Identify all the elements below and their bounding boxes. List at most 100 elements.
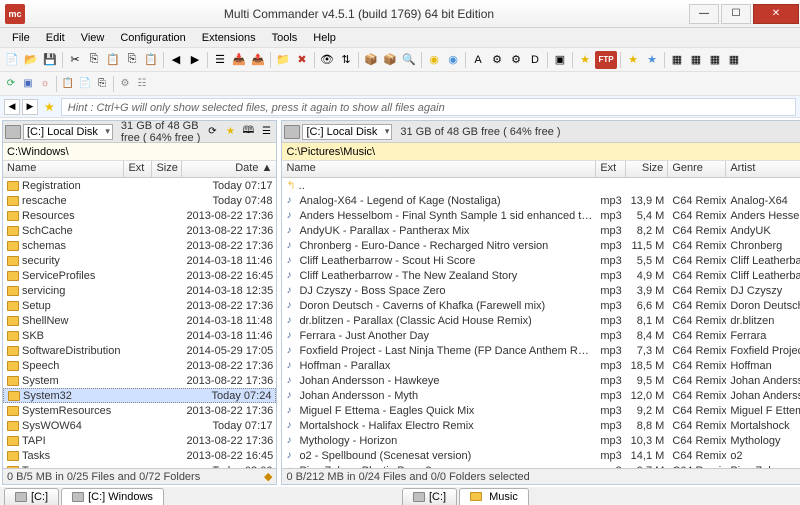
menu-edit[interactable]: Edit <box>38 30 73 46</box>
table-row[interactable]: schemas2013-08-22 17:36 <box>3 238 276 253</box>
menu-configuration[interactable]: Configuration <box>112 30 193 46</box>
pane-refresh-button[interactable]: ⟳ <box>204 124 220 140</box>
cut-button[interactable]: ✂ <box>66 51 84 69</box>
table-row[interactable]: ♪Anders Hesselbom - Final Synth Sample 1… <box>282 208 800 223</box>
table-row[interactable]: ♪Johan Andersson - Mythmp312,0 MC64 Remi… <box>282 388 800 403</box>
fav1-button[interactable]: ★ <box>624 51 642 69</box>
table-row[interactable]: ♪dr.blitzen - Parallax (Classic Acid Hou… <box>282 313 800 328</box>
col-genre[interactable]: Genre <box>668 161 726 177</box>
col-size[interactable]: Size <box>152 161 182 177</box>
menu-view[interactable]: View <box>73 30 113 46</box>
left-path-bar[interactable]: C:\Windows\ <box>3 143 276 161</box>
tool-icon[interactable]: ⚙ <box>117 76 133 92</box>
moveto-button[interactable]: 📤 <box>249 51 267 69</box>
table-row[interactable]: Resources2013-08-22 17:36 <box>3 208 276 223</box>
pane-history-button[interactable]: 🕮 <box>240 124 256 140</box>
delete-button[interactable]: ✖ <box>293 51 311 69</box>
table-row[interactable]: SKB2014-03-18 11:46 <box>3 328 276 343</box>
tool3-button[interactable]: ▦ <box>706 51 724 69</box>
fav2-button[interactable]: ★ <box>643 51 661 69</box>
menu-extensions[interactable]: Extensions <box>194 30 264 46</box>
tool-icon[interactable]: ⟳ <box>3 76 19 92</box>
tool2-button[interactable]: ▦ <box>687 51 705 69</box>
tool-icon[interactable]: 📋 <box>60 76 76 92</box>
find-button[interactable]: 🔍 <box>400 51 418 69</box>
paste2-button[interactable]: 📋 <box>142 51 160 69</box>
menu-file[interactable]: File <box>4 30 38 46</box>
col-name[interactable]: Name <box>282 161 596 177</box>
panel-tab[interactable]: [C:] <box>402 488 457 505</box>
table-row[interactable]: ♪AndyUK - Parallax - Pantherax Mixmp38,2… <box>282 223 800 238</box>
panel-tab[interactable]: [C:] <box>4 488 59 505</box>
save-button[interactable]: 💾 <box>41 51 59 69</box>
table-row[interactable]: ♪Analog-X64 - Legend of Kage (Nostaliga)… <box>282 193 800 208</box>
col-ext[interactable]: Ext <box>596 161 626 177</box>
cfg2-button[interactable]: ⚙ <box>507 51 525 69</box>
table-row[interactable]: ♪o2 - Spellbound (Scenesat version)mp314… <box>282 448 800 463</box>
newfolder-button[interactable]: 📁 <box>274 51 292 69</box>
col-name[interactable]: Name <box>3 161 124 177</box>
tool-icon[interactable]: ▣ <box>20 76 36 92</box>
right-file-list[interactable]: ↰..♪Analog-X64 - Legend of Kage (Nostali… <box>282 178 800 468</box>
colors2-button[interactable]: ◉ <box>444 51 462 69</box>
colors1-button[interactable]: ◉ <box>425 51 443 69</box>
tool-icon[interactable]: ☼ <box>37 76 53 92</box>
table-row[interactable]: ShellNew2014-03-18 11:48 <box>3 313 276 328</box>
col-size[interactable]: Size <box>626 161 668 177</box>
terminal-button[interactable]: ▣ <box>551 51 569 69</box>
right-path-bar[interactable]: C:\Pictures\Music\ <box>282 143 800 161</box>
table-row[interactable]: RegistrationToday 07:17 <box>3 178 276 193</box>
table-row[interactable]: System2013-08-22 17:36 <box>3 373 276 388</box>
tool-icon[interactable]: 📄 <box>77 76 93 92</box>
left-file-list[interactable]: RegistrationToday 07:17rescacheToday 07:… <box>3 178 276 468</box>
table-row[interactable]: ♪Foxfield Project - Last Ninja Theme (FP… <box>282 343 800 358</box>
table-row[interactable]: Setup2013-08-22 17:36 <box>3 298 276 313</box>
table-row[interactable]: Speech2013-08-22 17:36 <box>3 358 276 373</box>
col-ext[interactable]: Ext <box>124 161 152 177</box>
sort-button[interactable]: ⇅ <box>337 51 355 69</box>
table-row[interactable]: ♪Mythology - Horizonmp310,3 MC64 RemixMy… <box>282 433 800 448</box>
minimize-button[interactable]: — <box>689 4 719 24</box>
col-artist[interactable]: Artist <box>726 161 800 177</box>
drive-select[interactable]: [C:] Local Disk <box>302 124 392 140</box>
ftp-button[interactable]: FTP <box>595 51 617 69</box>
maximize-button[interactable]: ☐ <box>721 4 751 24</box>
table-row[interactable]: ♪Cliff Leatherbarrow - Scout Hi Scoremp3… <box>282 253 800 268</box>
table-row[interactable]: SchCache2013-08-22 17:36 <box>3 223 276 238</box>
table-row[interactable]: ♪DJ Czyszy - Boss Space Zeromp33,9 MC64 … <box>282 283 800 298</box>
paste-button[interactable]: 📋 <box>104 51 122 69</box>
panel-tab[interactable]: Music <box>459 488 529 505</box>
hint-prev-button[interactable]: ◀ <box>4 99 20 115</box>
tool-icon[interactable]: ☷ <box>134 76 150 92</box>
props-button[interactable]: ☰ <box>211 51 229 69</box>
table-row[interactable]: security2014-03-18 11:46 <box>3 253 276 268</box>
col-date[interactable]: Date ▲ <box>182 161 276 177</box>
copy2-button[interactable]: ⎘ <box>123 51 141 69</box>
close-button[interactable]: ✕ <box>753 4 799 24</box>
table-row[interactable]: ♪Hoffman - Parallaxmp318,5 MC64 RemixHof… <box>282 358 800 373</box>
table-row[interactable]: ♪Mortalshock - Halifax Electro Remixmp38… <box>282 418 800 433</box>
unpack-button[interactable]: 📦 <box>381 51 399 69</box>
table-row[interactable]: Tasks2013-08-22 16:45 <box>3 448 276 463</box>
sortD-button[interactable]: D <box>526 51 544 69</box>
back-button[interactable]: ◀ <box>167 51 185 69</box>
table-row[interactable]: ♪Chronberg - Euro-Dance - Recharged Nitr… <box>282 238 800 253</box>
table-row[interactable]: rescacheToday 07:48 <box>3 193 276 208</box>
table-row[interactable]: ♪Doron Deutsch - Caverns of Khafka (Fare… <box>282 298 800 313</box>
sortA-button[interactable]: A <box>469 51 487 69</box>
table-row[interactable]: ♪Johan Andersson - Hawkeyemp39,5 MC64 Re… <box>282 373 800 388</box>
table-row[interactable]: servicing2014-03-18 12:35 <box>3 283 276 298</box>
cfg1-button[interactable]: ⚙ <box>488 51 506 69</box>
menu-help[interactable]: Help <box>305 30 344 46</box>
drive-select[interactable]: [C:] Local Disk <box>23 124 113 140</box>
table-row[interactable]: ServiceProfiles2013-08-22 16:45 <box>3 268 276 283</box>
tool4-button[interactable]: ▦ <box>725 51 743 69</box>
table-row[interactable]: SoftwareDistribution2014-05-29 17:05 <box>3 343 276 358</box>
open-button[interactable]: 📂 <box>22 51 40 69</box>
table-row[interactable]: ♪Miguel F Ettema - Eagles Quick Mixmp39,… <box>282 403 800 418</box>
panel-tab[interactable]: [C:] Windows <box>61 488 164 505</box>
updir-row[interactable]: ↰.. <box>282 178 800 193</box>
table-row[interactable]: ♪Ferrara - Just Another Daymp38,4 MC64 R… <box>282 328 800 343</box>
copyto-button[interactable]: 📥 <box>230 51 248 69</box>
pane-menu-button[interactable]: ☰ <box>258 124 274 140</box>
